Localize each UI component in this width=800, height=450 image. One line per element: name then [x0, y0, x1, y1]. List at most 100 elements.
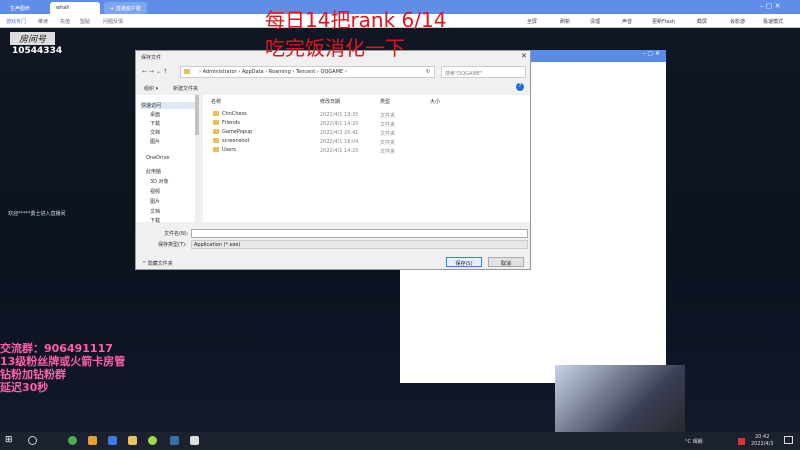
- file-row[interactable]: GamePopup: [213, 129, 252, 137]
- tab-whah[interactable]: whah: [50, 2, 100, 14]
- folder-icon: [213, 111, 219, 116]
- flash-button[interactable]: 更新Flash: [652, 18, 675, 25]
- column-size[interactable]: 大小: [430, 98, 440, 105]
- new-folder-button[interactable]: 新建文件夹: [173, 85, 198, 92]
- folder-icon: [213, 147, 219, 152]
- file-list: 名称 修改日期 类型 大小 ChnChess 2022/4/1 19:35 文件…: [203, 95, 530, 222]
- file-date: 2022/4/1 14:20: [320, 148, 359, 154]
- nav-downloads-pc[interactable]: 下载: [150, 217, 160, 224]
- breadcrumb[interactable]: › Administrator › AppData › Roaming › Te…: [199, 69, 347, 75]
- refresh-button[interactable]: 刷新: [560, 18, 570, 25]
- app-icon[interactable]: [108, 436, 117, 445]
- cancel-button[interactable]: 取消: [488, 257, 524, 267]
- overlay-text: 吃完饭消化一下: [265, 36, 405, 60]
- app-icon[interactable]: [170, 436, 179, 445]
- save-button[interactable]: 保存(S): [446, 257, 482, 267]
- clock-date[interactable]: 2022/4/3: [751, 441, 773, 447]
- app-icon[interactable]: [148, 436, 157, 445]
- nav-1[interactable]: 推读: [38, 18, 48, 25]
- help-icon[interactable]: ?: [516, 83, 524, 91]
- file-name: ChnChess: [222, 111, 247, 117]
- nav-videos[interactable]: 视频: [150, 188, 160, 195]
- fullscreen-button[interactable]: 全屏: [527, 18, 537, 25]
- file-type: 文件夹: [380, 122, 396, 128]
- taskbar: ⊞ °C 晴朗 20:42 2022/4/3: [0, 432, 800, 450]
- nav-quick-access[interactable]: 快速访问: [141, 102, 196, 109]
- tab-home[interactable]: 生声图命: [4, 2, 36, 14]
- save-file-dialog: 保存文件 ✕ ← → ⌄ ↑ › Administrator › AppData…: [135, 50, 531, 270]
- speed-mode-button[interactable]: 极速模式: [763, 18, 783, 25]
- nav-feedback[interactable]: 问题反馈: [103, 18, 123, 25]
- column-date[interactable]: 修改日期: [320, 98, 340, 105]
- nav-3d[interactable]: 3D 对象: [150, 178, 169, 185]
- explorer-icon[interactable]: [128, 436, 137, 445]
- nav-desktop[interactable]: 桌面: [150, 111, 160, 118]
- info-line: 延迟30秒: [0, 381, 49, 394]
- start-icon[interactable]: ⊞: [5, 435, 13, 445]
- nav-this-pc[interactable]: 此电脑: [146, 168, 161, 175]
- column-type[interactable]: 类型: [380, 98, 390, 105]
- refresh-icon[interactable]: ↻: [426, 69, 430, 75]
- nav-pictures[interactable]: 图片: [150, 138, 160, 145]
- nav-recharge[interactable]: 充值: [60, 18, 70, 25]
- organize-button[interactable]: 组织 ▾: [144, 85, 158, 92]
- file-type: 文件夹: [380, 140, 396, 146]
- clean-button[interactable]: 清理: [590, 18, 600, 25]
- search-icon[interactable]: [28, 436, 37, 445]
- nav-documents-pc[interactable]: 文档: [150, 208, 160, 215]
- file-name: GamePopup: [222, 129, 253, 135]
- folder-icon: [213, 138, 219, 143]
- file-row[interactable]: ChnChess: [213, 111, 247, 119]
- nav-scrollbar[interactable]: [195, 95, 199, 222]
- clock-time[interactable]: 20:42: [755, 434, 769, 440]
- nav-downloads[interactable]: 下载: [150, 120, 160, 127]
- navigation-pane: 快速访问 桌面 下载 文档 图片 OneDrive 此电脑 3D 对象 视频 图…: [136, 95, 199, 224]
- nav-documents[interactable]: 文档: [150, 129, 160, 136]
- video-button[interactable]: 会影游: [730, 18, 745, 25]
- screenshot-button[interactable]: 截屏: [697, 18, 707, 25]
- filename-input[interactable]: [191, 229, 528, 238]
- nav-pictures-pc[interactable]: 图片: [150, 198, 160, 205]
- filetype-label: 保存类型(T):: [158, 242, 187, 248]
- sound-button[interactable]: 声音: [622, 18, 632, 25]
- file-type: 文件夹: [380, 131, 396, 137]
- background-window-controls[interactable]: – ▢ ✕: [530, 50, 666, 62]
- file-name: Friends: [222, 120, 240, 126]
- dialog-title: 保存文件: [141, 55, 162, 61]
- tab-new[interactable]: + 直播客户端: [104, 2, 147, 14]
- file-type: 文件夹: [380, 113, 396, 119]
- file-type: 文件夹: [380, 149, 396, 155]
- file-row[interactable]: Users: [213, 147, 236, 155]
- nav-forum[interactable]: 盟贴: [80, 18, 90, 25]
- column-name[interactable]: 名称: [211, 98, 221, 105]
- room-number: 10544334: [12, 46, 63, 56]
- active-app-icon[interactable]: [190, 436, 199, 445]
- file-name: Users: [222, 147, 237, 153]
- close-icon[interactable]: ✕: [521, 52, 527, 60]
- search-input[interactable]: 搜索"QQGAME": [441, 66, 526, 78]
- file-name: screenshot: [222, 138, 250, 144]
- address-bar[interactable]: › Administrator › AppData › Roaming › Te…: [180, 66, 435, 78]
- overlay-text: 每日14把rank 6/14: [265, 8, 447, 32]
- welcome-text: 欢迎*****勇士进入直播间: [8, 211, 66, 217]
- file-date: 2022/4/1 14:20: [320, 121, 359, 127]
- file-row[interactable]: Friends: [213, 120, 240, 128]
- nav-onedrive[interactable]: OneDrive: [146, 155, 170, 161]
- filename-label: 文件名(N):: [164, 231, 189, 237]
- hide-folders-toggle[interactable]: ^ 隐藏文件夹: [142, 260, 173, 267]
- file-date: 2022/4/3 20:41: [320, 130, 359, 136]
- app-icon[interactable]: [88, 436, 97, 445]
- file-date: 2022/4/1 16:04: [320, 139, 359, 145]
- file-row[interactable]: screenshot: [213, 138, 249, 146]
- nav-arrows-icon[interactable]: ← → ⌄ ↑: [142, 68, 168, 75]
- file-date: 2022/4/1 19:35: [320, 112, 359, 118]
- tray-icon[interactable]: [738, 438, 745, 445]
- weather[interactable]: °C 晴朗: [685, 438, 703, 445]
- window-controls[interactable]: – ▢ ✕: [760, 2, 780, 10]
- notification-icon[interactable]: [784, 436, 793, 444]
- filetype-select[interactable]: Application (*.exe): [191, 240, 528, 249]
- folder-icon: [213, 120, 219, 125]
- chrome-icon[interactable]: [68, 436, 77, 445]
- folder-icon: [213, 129, 219, 134]
- nav-game[interactable]: 游戏专门: [6, 18, 26, 25]
